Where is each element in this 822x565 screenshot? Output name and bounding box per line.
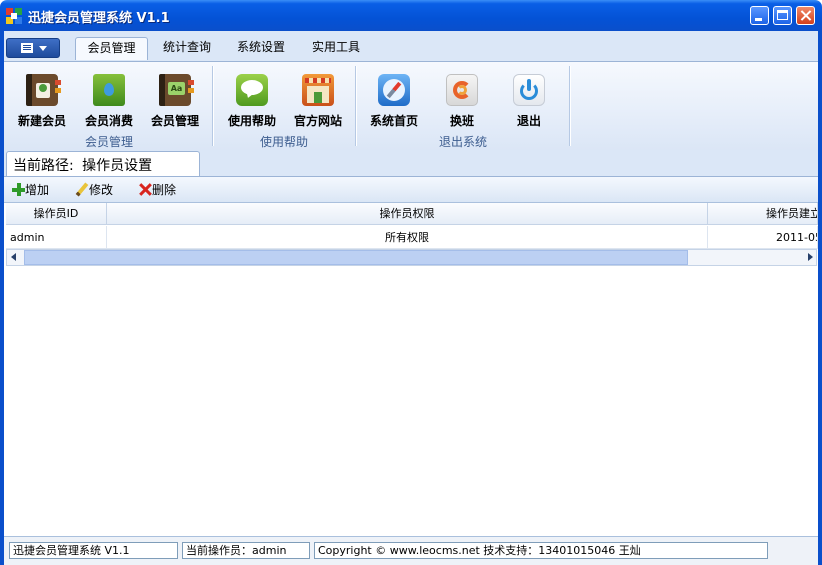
ribbon-button-help[interactable] xyxy=(236,74,268,106)
menu-icon xyxy=(21,43,33,53)
status-app-name: 迅捷会员管理系统 V1.1 xyxy=(9,542,178,559)
chevron-down-icon xyxy=(39,46,47,51)
breadcrumb-label: 当前路径: xyxy=(13,158,74,174)
maximize-button[interactable] xyxy=(773,6,792,25)
help-icon xyxy=(236,74,268,106)
home-compass-icon xyxy=(378,74,410,106)
scrollbar-thumb[interactable] xyxy=(24,250,688,265)
app-logo-icon xyxy=(6,8,22,24)
close-button[interactable] xyxy=(796,6,815,25)
scroll-left-icon[interactable] xyxy=(11,253,16,261)
edit-button[interactable]: 修改 xyxy=(75,181,113,197)
ribbon-separator xyxy=(212,66,214,146)
column-header-permission[interactable]: 操作员权限 xyxy=(107,203,708,225)
ribbon-button-home[interactable] xyxy=(378,74,410,106)
new-member-icon xyxy=(26,74,61,106)
ribbon-separator xyxy=(569,66,571,146)
delete-label: 删除 xyxy=(152,183,177,197)
ribbon-label-shift[interactable]: 换班 xyxy=(432,112,492,129)
ribbon-label-new-member[interactable]: 新建会员 xyxy=(12,112,72,129)
member-consume-icon xyxy=(93,74,125,106)
add-label: 增加 xyxy=(25,183,50,197)
window-title: 迅捷会员管理系统 V1.1 xyxy=(28,11,170,26)
column-header-operator-id[interactable]: 操作员ID xyxy=(6,203,107,225)
website-icon xyxy=(302,74,334,106)
ribbon-group-label-help: 使用帮助 xyxy=(259,135,308,149)
status-operator: 当前操作员：admin xyxy=(182,542,310,559)
ribbon-label-member-manage[interactable]: 会员管理 xyxy=(145,112,205,129)
tab-tools[interactable]: 实用工具 xyxy=(302,37,370,60)
ribbon-button-exit[interactable] xyxy=(513,74,545,106)
ribbon-label-help[interactable]: 使用帮助 xyxy=(222,112,282,129)
ribbon-button-member-manage[interactable]: Aa xyxy=(159,74,194,106)
member-manage-icon: Aa xyxy=(159,74,194,106)
ribbon-button-website[interactable] xyxy=(302,74,334,106)
toolbar xyxy=(4,176,818,202)
window-frame-right xyxy=(818,31,822,565)
ribbon-group-label-member: 会员管理 xyxy=(84,135,133,149)
tab-system-settings[interactable]: 系统设置 xyxy=(227,37,295,60)
power-icon xyxy=(513,74,545,106)
edit-label: 修改 xyxy=(89,183,114,197)
tab-statistics[interactable]: 统计查询 xyxy=(153,37,221,60)
ribbon-group-label-exit: 退出系统 xyxy=(438,135,487,149)
ribbon-label-home[interactable]: 系统首页 xyxy=(364,112,424,129)
breadcrumb: 当前路径: 操作员设置 xyxy=(13,155,152,175)
pencil-icon xyxy=(75,182,89,197)
scroll-right-icon[interactable] xyxy=(808,253,813,261)
ribbon-button-member-consume[interactable] xyxy=(93,74,125,106)
table-row-cell-id[interactable]: admin xyxy=(6,226,107,249)
minimize-button[interactable] xyxy=(750,6,769,25)
tab-member-manage[interactable]: 会员管理 xyxy=(75,37,148,60)
ribbon-button-shift[interactable] xyxy=(446,74,478,106)
column-header-created[interactable]: 操作员建立 xyxy=(708,203,818,225)
shift-change-icon xyxy=(446,74,478,106)
ribbon-button-new-member[interactable] xyxy=(26,74,61,106)
breadcrumb-page: 操作员设置 xyxy=(82,158,153,174)
ribbon-label-exit[interactable]: 退出 xyxy=(499,112,559,129)
table-row-cell-created[interactable]: 2011-05 xyxy=(708,226,818,249)
table-row-cell-permission[interactable]: 所有权限 xyxy=(107,226,708,249)
ribbon-label-website[interactable]: 官方网站 xyxy=(288,112,348,129)
status-copyright: Copyright © www.leocms.net 技术支持：13401015… xyxy=(314,542,768,559)
ribbon-separator xyxy=(355,66,357,146)
delete-x-icon xyxy=(139,183,152,196)
app-menu-button[interactable] xyxy=(6,38,60,58)
plus-icon xyxy=(12,183,25,196)
delete-button[interactable]: 删除 xyxy=(139,181,176,197)
ribbon-label-member-consume[interactable]: 会员消费 xyxy=(79,112,139,129)
add-button[interactable]: 增加 xyxy=(12,181,49,197)
